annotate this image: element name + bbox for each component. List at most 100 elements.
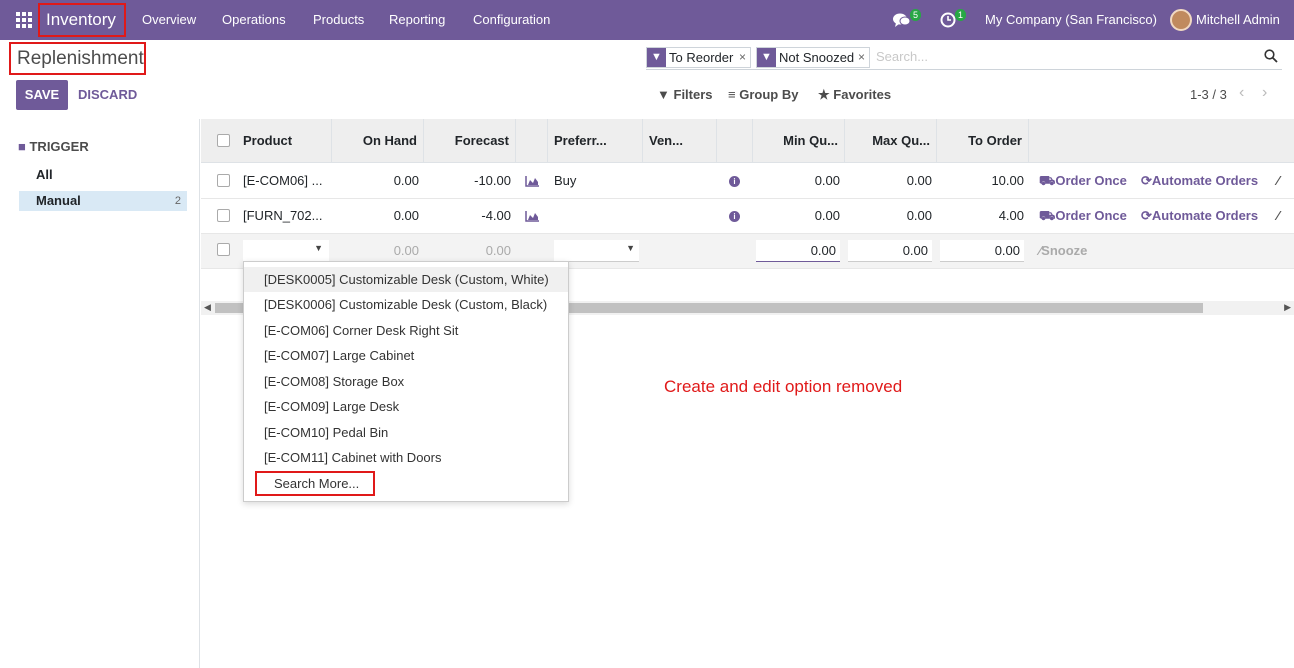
app-name[interactable]: Inventory — [38, 3, 126, 37]
on-hand-cell: 0.00 — [393, 173, 419, 188]
filter-icon: ▼ — [657, 87, 670, 102]
menu-operations[interactable]: Operations — [222, 0, 286, 40]
min-qty-cell[interactable]: 0.00 — [753, 164, 840, 198]
chat-icon[interactable] — [893, 12, 911, 28]
dropdown-option[interactable]: [E-COM07] Large Cabinet — [244, 343, 568, 368]
area-chart-icon[interactable] — [525, 210, 540, 222]
route-cell[interactable] — [554, 199, 639, 233]
sidebar-item-manual[interactable]: Manual 2 — [19, 191, 187, 211]
sidebar-item-count: 2 — [174, 195, 181, 207]
favorites-label: Favorites — [833, 87, 892, 102]
product-cell[interactable]: [E-COM06] ... — [243, 164, 329, 198]
scroll-left-icon[interactable]: ◀ — [204, 302, 211, 313]
snooze-icon[interactable]: ⁄ — [1277, 164, 1279, 198]
search-input[interactable]: Search... — [876, 49, 928, 64]
snooze-button[interactable]: ⁄Snooze — [1039, 234, 1087, 268]
route-cell[interactable]: Buy — [554, 164, 639, 198]
order-once-button[interactable]: ⛟Order Once — [1039, 164, 1127, 198]
area-chart-icon[interactable] — [525, 175, 540, 187]
search-icon[interactable] — [1264, 49, 1278, 63]
max-qty-cell[interactable]: 0.00 — [845, 164, 932, 198]
pager-prev-icon[interactable]: ‹ — [1239, 84, 1244, 102]
filters-label: Filters — [673, 87, 713, 102]
scroll-right-icon[interactable]: ▶ — [1284, 302, 1291, 313]
company-switcher[interactable]: My Company (San Francisco) — [985, 0, 1157, 40]
filter-icon: ▼ — [647, 48, 666, 67]
col-info — [717, 119, 753, 163]
row-checkbox[interactable] — [217, 209, 230, 222]
dropdown-option[interactable]: [E-COM10] Pedal Bin — [244, 420, 568, 445]
filters-toggle[interactable]: ▼ Filters — [657, 87, 713, 102]
sidebar-item-all[interactable]: All — [19, 165, 187, 185]
info-icon[interactable]: i — [729, 211, 740, 222]
product-field[interactable]: ▼ — [243, 240, 329, 262]
remove-facet-icon[interactable]: × — [858, 48, 865, 67]
menu-products[interactable]: Products — [313, 0, 364, 40]
col-forecast[interactable]: Forecast — [424, 119, 516, 163]
clock-icon[interactable] — [940, 12, 956, 28]
automate-orders-button[interactable]: ⟳Automate Orders — [1141, 164, 1258, 198]
refresh-icon: ⟳ — [1141, 208, 1152, 223]
automate-orders-button[interactable]: ⟳Automate Orders — [1141, 199, 1258, 233]
table-row[interactable]: [E-COM06] ... 0.00 -10.00 Buy i 0.00 0.0… — [201, 164, 1294, 199]
row-checkbox[interactable] — [217, 243, 230, 256]
col-product[interactable]: Product — [237, 119, 332, 163]
col-min-qty[interactable]: Min Qu... — [753, 119, 845, 163]
chevron-down-icon[interactable]: ▼ — [314, 243, 323, 253]
dropdown-option[interactable]: [E-COM08] Storage Box — [244, 369, 568, 394]
order-once-label: Order Once — [1055, 173, 1127, 188]
menu-configuration[interactable]: Configuration — [473, 0, 550, 40]
route-select[interactable]: ▼ — [554, 240, 639, 262]
max-qty-cell[interactable]: 0.00 — [845, 199, 932, 233]
annotation-text: Create and edit option removed — [664, 377, 903, 396]
user-avatar[interactable] — [1170, 9, 1192, 31]
col-to-order[interactable]: To Order — [937, 119, 1029, 163]
chevron-down-icon[interactable]: ▼ — [626, 243, 635, 253]
save-button[interactable]: SAVE — [16, 80, 68, 110]
col-vendor[interactable]: Ven... — [643, 119, 717, 163]
info-icon[interactable]: i — [729, 176, 740, 187]
groupby-toggle[interactable]: ≡ Group By — [728, 87, 798, 102]
col-on-hand[interactable]: On Hand — [332, 119, 424, 163]
pager-next-icon[interactable]: › — [1262, 84, 1267, 102]
search-more-option[interactable]: Search More... — [255, 471, 375, 496]
col-preferred-route[interactable]: Preferr... — [548, 119, 643, 163]
menu-reporting[interactable]: Reporting — [389, 0, 445, 40]
min-qty-input[interactable]: 0.00 — [756, 240, 840, 262]
dropdown-option[interactable]: [E-COM06] Corner Desk Right Sit — [244, 318, 568, 343]
max-qty-input[interactable]: 0.00 — [848, 240, 932, 262]
user-menu[interactable]: Mitchell Admin — [1196, 0, 1280, 40]
remove-facet-icon[interactable]: × — [739, 48, 746, 67]
row-checkbox[interactable] — [217, 174, 230, 187]
favorites-toggle[interactable]: ★ Favorites — [818, 87, 891, 103]
menu-overview[interactable]: Overview — [142, 0, 196, 40]
facet-label: Not Snoozed — [779, 50, 855, 65]
facet-to-reorder[interactable]: ▼ To Reorder × — [646, 47, 751, 68]
product-autocomplete-dropdown: [DESK0005] Customizable Desk (Custom, Wh… — [243, 261, 569, 502]
apps-grid-icon[interactable] — [16, 12, 32, 28]
to-order-input[interactable]: 0.00 — [940, 240, 1024, 262]
dropdown-option[interactable]: [DESK0006] Customizable Desk (Custom, Bl… — [244, 292, 568, 317]
truck-icon: ⛟ — [1039, 173, 1056, 188]
table-row[interactable]: [FURN_702... 0.00 -4.00 i 0.00 0.00 4.00… — [201, 199, 1294, 234]
on-hand-cell: 0.00 — [393, 208, 419, 223]
min-qty-cell[interactable]: 0.00 — [753, 199, 840, 233]
to-order-cell[interactable]: 10.00 — [937, 164, 1024, 198]
dropdown-option[interactable]: [E-COM11] Cabinet with Doors — [244, 445, 568, 470]
pager-value[interactable]: 1-3 / 3 — [1190, 87, 1227, 102]
to-order-cell[interactable]: 4.00 — [937, 199, 1024, 233]
product-cell[interactable]: [FURN_702... — [243, 199, 329, 233]
col-max-qty[interactable]: Max Qu... — [845, 119, 937, 163]
facet-label: To Reorder — [669, 50, 734, 65]
discard-button[interactable]: DISCARD — [78, 80, 137, 110]
dropdown-option[interactable]: [E-COM09] Large Desk — [244, 394, 568, 419]
page-title: Replenishment — [9, 42, 146, 75]
order-once-button[interactable]: ⛟Order Once — [1039, 199, 1127, 233]
col-graph — [516, 119, 548, 163]
facet-not-snoozed[interactable]: ▼ Not Snoozed × — [756, 47, 870, 68]
snooze-icon[interactable]: ⁄ — [1277, 199, 1279, 233]
select-all-checkbox[interactable] — [217, 134, 230, 147]
sidebar-item-label: Manual — [36, 193, 81, 208]
dropdown-option[interactable]: [DESK0005] Customizable Desk (Custom, Wh… — [244, 267, 568, 292]
forecast-cell: -10.00 — [474, 173, 511, 188]
